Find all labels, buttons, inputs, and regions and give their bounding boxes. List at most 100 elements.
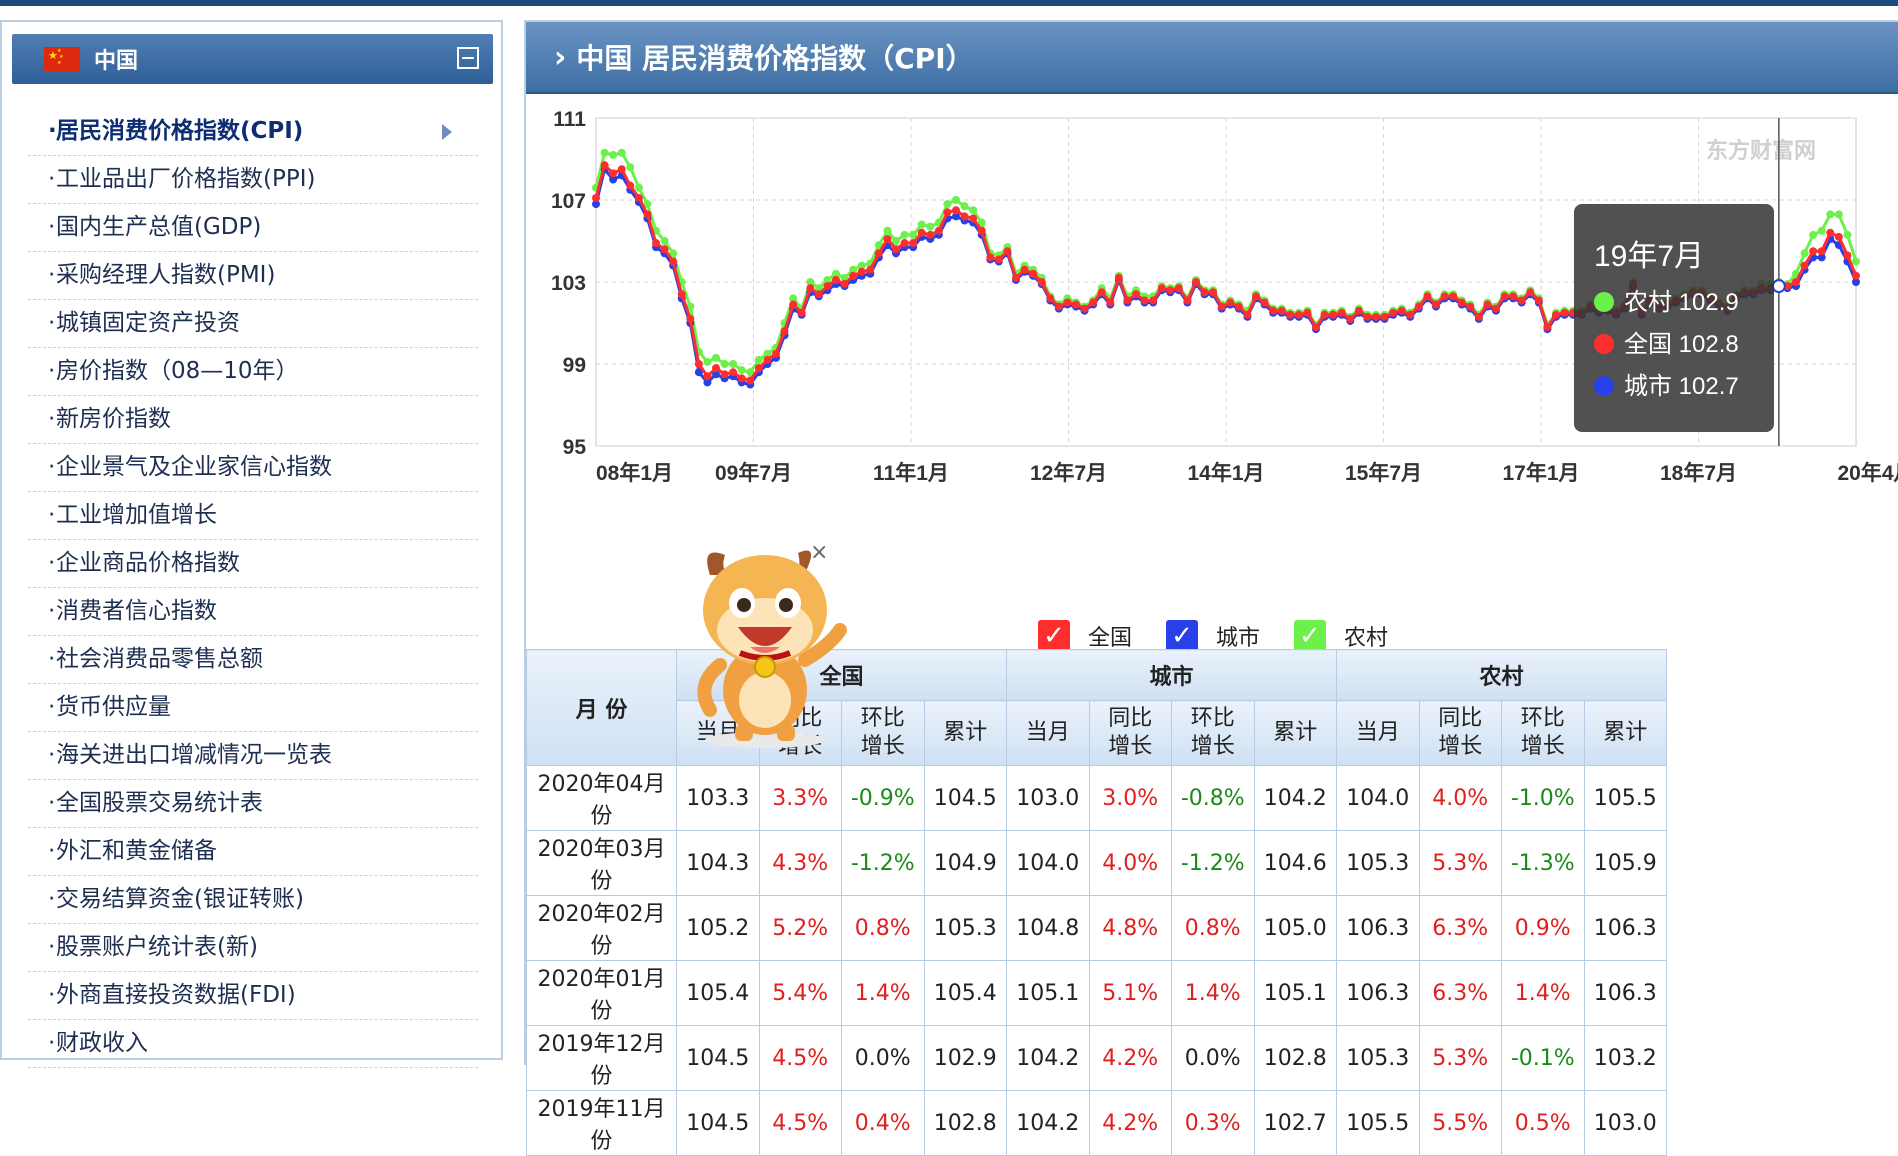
table-cell: 1.4% (1501, 960, 1585, 1026)
data-point (600, 161, 609, 170)
table-cell: 102.9 (923, 1025, 1007, 1091)
table-cell: 104.3 (676, 830, 760, 896)
sidebar-item[interactable]: 股票账户统计表(新) (28, 924, 478, 972)
data-point (617, 148, 626, 157)
sidebar-item[interactable]: 国内生产总值(GDP) (28, 204, 478, 252)
sidebar-item[interactable]: 企业商品价格指数 (28, 540, 478, 588)
data-point (926, 222, 935, 231)
sidebar-item[interactable]: 社会消费品零售总额 (28, 636, 478, 684)
data-point (1560, 308, 1569, 317)
month-cell: 2019年12月份 (526, 1025, 677, 1091)
sidebar-item[interactable]: 消费者信心指数 (28, 588, 478, 636)
sidebar-item[interactable]: 工业增加值增长 (28, 492, 478, 540)
table-row: 2020年03月份 104.3 4.3% -1.2% 104.9 104.0 4.0% -1.… (526, 830, 1667, 896)
legend-label: 全国 (1087, 626, 1132, 651)
data-point (1140, 296, 1149, 305)
sidebar-item[interactable]: 全国股票交易统计表 (28, 780, 478, 828)
collapse-icon[interactable] (457, 47, 479, 69)
data-point (1474, 312, 1483, 321)
data-point (943, 208, 952, 217)
checkbox-checked-icon[interactable]: ✓ (1165, 620, 1198, 652)
sidebar-item-label: 货币供应量 (56, 694, 171, 720)
sidebar-item[interactable]: 城镇固定资产投资 (28, 300, 478, 348)
data-point (926, 230, 935, 239)
data-point (703, 357, 712, 366)
data-point (1080, 304, 1089, 313)
sidebar-header[interactable]: ★ ★ ★ ★ 中国 (12, 34, 493, 84)
data-point (1406, 310, 1415, 319)
sidebar-item[interactable]: 采购经理人指数(PMI) (28, 252, 478, 300)
sidebar-item[interactable]: 海关进出口增减情况一览表 (28, 732, 478, 780)
data-point (677, 290, 686, 299)
sidebar-item-label: 新房价指数 (56, 406, 171, 432)
data-point (1149, 296, 1158, 305)
mascot-icon[interactable] (680, 535, 850, 750)
data-point (737, 374, 746, 383)
table-cell: 103.0 (1583, 1090, 1667, 1156)
legend-label: 农村 (1344, 626, 1389, 651)
sidebar-item[interactable]: 居民消费价格指数(CPI) (28, 108, 478, 156)
data-point (1286, 310, 1295, 319)
sidebar-item[interactable]: 财政收入 (28, 1020, 478, 1068)
data-point (1072, 300, 1080, 309)
group-header-rural: 农村 (1336, 649, 1667, 701)
data-point (857, 267, 866, 276)
mascot-close-icon[interactable]: × (810, 540, 828, 565)
sidebar-item-label: 社会消费品零售总额 (56, 646, 263, 672)
sidebar-item[interactable]: 新房价指数 (28, 396, 478, 444)
data-point (1346, 314, 1355, 323)
data-point (994, 255, 1003, 264)
data-point (1260, 298, 1269, 307)
sidebar-item[interactable]: 货币供应量 (28, 684, 478, 732)
sidebar-item[interactable]: 外汇和黄金储备 (28, 828, 478, 876)
data-point (1800, 261, 1809, 270)
data-point (1372, 312, 1380, 321)
table-cell: 1.4% (841, 960, 925, 1026)
table-row: 2020年02月份 105.2 5.2% 0.8% 105.3 104.8 4.8% 0.8%… (526, 895, 1667, 961)
x-tick-label: 17年1月 (1502, 461, 1579, 485)
legend-item[interactable]: ✓ 农村 (1294, 620, 1388, 652)
sidebar-item[interactable]: 房价指数（08—10年） (28, 348, 478, 396)
table-cell: 103.0 (1006, 765, 1090, 831)
data-point (1063, 298, 1072, 307)
sidebar: ★★★★ 中国 居民消费价格指数(CPI) 工业品出厂价格指数(PPI) 国内生产总… (0, 20, 503, 1068)
legend-item[interactable]: ✓ 全国 (1037, 620, 1132, 652)
data-point (840, 280, 849, 289)
data-point (712, 353, 720, 362)
data-point (1432, 300, 1440, 309)
table-cell: 5.3% (1418, 830, 1502, 896)
data-point (797, 308, 806, 317)
table-cell: 105.0 (1253, 895, 1337, 961)
data-point (1174, 284, 1183, 293)
sidebar-item-label: 工业品出厂价格指数(PPI) (56, 166, 316, 192)
sidebar-item[interactable]: 交易结算资金(银证转账) (28, 876, 478, 924)
sidebar-item[interactable]: 企业景气及企业家信心指数 (28, 444, 478, 492)
data-point (900, 230, 909, 239)
data-point (832, 275, 840, 284)
legend-item[interactable]: ✓ 城市 (1165, 620, 1260, 652)
month-cell: 2020年02月份 (526, 895, 677, 961)
data-point (789, 300, 798, 309)
data-point (1397, 306, 1406, 315)
sidebar-item[interactable]: 外商直接投资数据(FDI) (28, 972, 478, 1020)
table-cell: 105.3 (1336, 1025, 1420, 1091)
table-cell: 0.3% (1171, 1090, 1255, 1156)
sub-column-header: 同比 增长 (1088, 700, 1172, 766)
tooltip-series-dot (1594, 376, 1614, 396)
table-cell: 5.2% (758, 895, 842, 961)
checkbox-checked-icon[interactable]: ✓ (1037, 620, 1070, 652)
data-point (720, 360, 729, 368)
watermark: 东方财富网 (1706, 138, 1816, 163)
table-cell: 105.4 (923, 960, 1007, 1026)
table-cell: -1.3% (1501, 830, 1585, 896)
data-point (1809, 230, 1818, 239)
y-tick-label: 103 (551, 272, 586, 295)
data-point (806, 284, 815, 293)
table-cell: 103.3 (676, 765, 760, 831)
data-point (1500, 292, 1509, 301)
sidebar-item[interactable]: 工业品出厂价格指数(PPI) (28, 156, 478, 204)
table-cell: 104.0 (1006, 830, 1090, 896)
checkbox-checked-icon[interactable]: ✓ (1294, 620, 1326, 652)
table-cell: -1.2% (1171, 830, 1255, 896)
data-point (1834, 210, 1843, 219)
